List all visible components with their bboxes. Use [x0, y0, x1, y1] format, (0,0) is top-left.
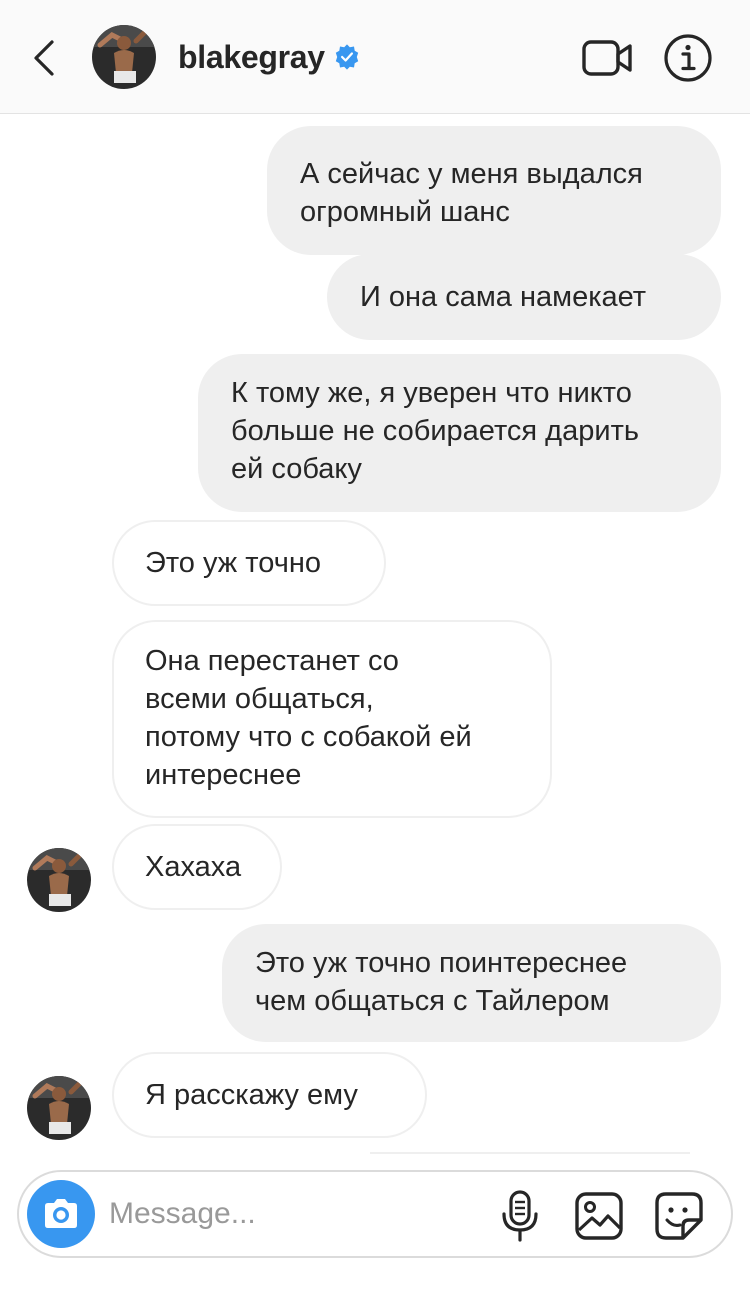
message-bubble-incoming[interactable]: Я расскажу ему: [112, 1052, 427, 1138]
avatar[interactable]: [27, 848, 91, 912]
chat-header: blakegray: [0, 0, 750, 114]
username: blakegray: [178, 38, 325, 75]
voice-message-button[interactable]: [497, 1188, 543, 1244]
message-text: Я расскажу ему: [145, 1079, 358, 1111]
message-bubble-incoming[interactable]: Она перестанет со всеми общаться, потому…: [112, 620, 552, 818]
gallery-icon: [575, 1192, 623, 1240]
avatar-photo: [92, 25, 156, 89]
avatar[interactable]: [27, 1076, 91, 1140]
sticker-button[interactable]: [653, 1190, 705, 1242]
camera-button[interactable]: [27, 1180, 95, 1248]
message-text: И она сама намекает: [360, 281, 647, 313]
info-icon: [664, 34, 712, 82]
message-bubble-outgoing[interactable]: А сейчас у меня выдался огромный шанс: [267, 126, 721, 255]
message-bubble-outgoing[interactable]: Это уж точно поинтереснее чем общаться с…: [222, 924, 721, 1042]
camera-icon: [45, 1199, 77, 1228]
gallery-button[interactable]: [573, 1190, 625, 1242]
message-input[interactable]: [109, 1190, 489, 1238]
message-bubble-outgoing[interactable]: К тому же, я уверен что никто больше не …: [198, 354, 721, 512]
back-chevron-icon: [34, 40, 54, 76]
verified-badge-icon: [335, 44, 358, 70]
info-button[interactable]: [662, 32, 714, 84]
back-button[interactable]: [24, 34, 68, 82]
message-text: Хахаха: [145, 851, 242, 883]
message-bubble-outgoing[interactable]: И она сама намекает: [327, 254, 721, 340]
avatar[interactable]: [92, 25, 156, 89]
sticker-icon: [655, 1192, 703, 1240]
scroll-edge-divider: [370, 1152, 690, 1154]
message-bubble-incoming[interactable]: Это уж точно: [112, 520, 386, 606]
video-call-icon: [582, 40, 632, 76]
chat-title[interactable]: blakegray: [178, 36, 361, 78]
avatar-photo: [27, 848, 91, 912]
message-text: Она перестанет со всеми общаться, потому…: [145, 645, 472, 791]
message-text: А сейчас у меня выдался огромный шанс: [300, 158, 643, 228]
message-text: Это уж точно: [145, 547, 321, 579]
message-bubble-incoming[interactable]: Хахаха: [112, 824, 282, 910]
message-text: К тому же, я уверен что никто больше не …: [231, 377, 639, 485]
video-call-button[interactable]: [580, 34, 636, 82]
microphone-icon: [502, 1190, 538, 1242]
message-composer: [17, 1170, 733, 1258]
message-text: Это уж точно поинтереснее чем общаться с…: [255, 947, 628, 1017]
avatar-photo: [27, 1076, 91, 1140]
message-thread[interactable]: А сейчас у меня выдался огромный шанс И …: [0, 114, 750, 1160]
